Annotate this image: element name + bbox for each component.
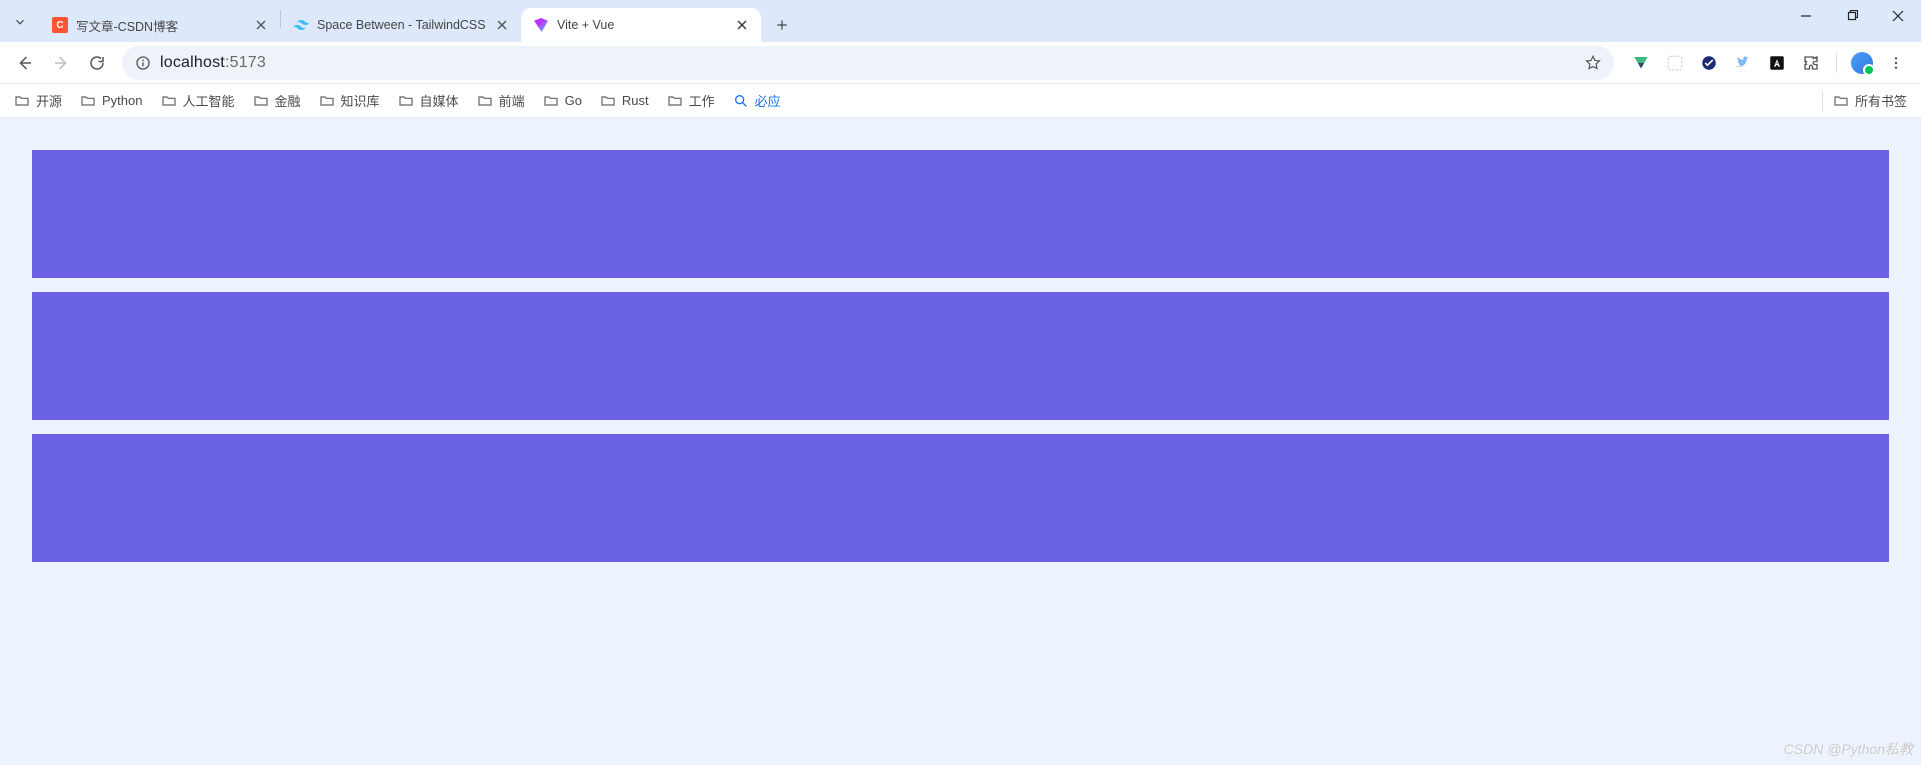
bookmark-folder[interactable]: 工作 [667,91,715,110]
close-icon [737,20,747,30]
close-icon [497,20,507,30]
folder-icon [253,93,269,109]
back-button[interactable] [8,46,42,80]
extensions-area [1622,52,1915,74]
bookmark-label: Python [102,93,142,108]
bookmark-folder[interactable]: Python [80,93,142,109]
tab-title: Vite + Vue [557,18,733,32]
folder-icon [319,93,335,109]
folder-icon [161,93,177,109]
tab-close-button[interactable] [252,16,270,34]
bookmark-link-bing[interactable]: 必应 [733,91,781,110]
minimize-button[interactable] [1783,0,1829,32]
extension-badge-icon[interactable] [1698,52,1720,74]
tab-close-button[interactable] [733,16,751,34]
tab-close-button[interactable] [493,16,511,34]
bookmark-folder[interactable]: 开源 [14,91,62,110]
extension-generic-icon[interactable] [1664,52,1686,74]
browser-tab-active[interactable]: Vite + Vue [521,8,761,42]
profile-avatar[interactable] [1851,52,1873,74]
browser-menu-button[interactable] [1885,52,1907,74]
close-icon [1892,10,1904,22]
address-bar[interactable]: localhost:5173 [122,46,1614,80]
vite-favicon-icon [533,17,549,33]
bookmark-label: 金融 [275,91,301,110]
csdn-favicon-icon: C [52,17,68,33]
bookmark-folder[interactable]: 前端 [477,91,525,110]
browser-tab[interactable]: C 写文章-CSDN博客 [40,8,280,42]
all-bookmarks-button[interactable]: 所有书签 [1833,91,1907,110]
puzzle-icon [1802,54,1820,72]
arrow-right-icon [52,54,70,72]
watermark-text: CSDN @Python私教 [1784,739,1913,759]
bookmark-label: 开源 [36,91,62,110]
extension-vue-icon[interactable] [1630,52,1652,74]
bookmark-folder[interactable]: Rust [600,93,649,109]
folder-icon [477,93,493,109]
browser-tab[interactable]: Space Between - TailwindCSS [281,8,521,42]
bookmark-folder[interactable]: 知识库 [319,91,380,110]
extensions-puzzle-button[interactable] [1800,52,1822,74]
bookmarks-separator [1822,91,1823,111]
arrow-left-icon [16,54,34,72]
url-port: :5173 [225,54,266,71]
maximize-button[interactable] [1829,0,1875,32]
folder-icon [14,93,30,109]
window-controls [1783,0,1921,42]
folder-icon [1833,93,1849,109]
site-info-button[interactable] [132,52,154,74]
bookmark-label: Rust [622,93,649,108]
close-window-button[interactable] [1875,0,1921,32]
toolbar-separator [1836,53,1837,73]
chevron-down-icon [13,15,27,29]
bookmarks-right: 所有书签 [1822,91,1907,111]
tailwind-favicon-icon [293,17,309,33]
reload-icon [88,54,106,72]
all-bookmarks-label: 所有书签 [1855,91,1907,110]
restore-icon [1846,10,1858,22]
content-block [32,434,1889,562]
bookmark-label: 工作 [689,91,715,110]
tab-title: Space Between - TailwindCSS [317,18,493,32]
page-viewport [0,118,1921,765]
bookmark-label: 前端 [499,91,525,110]
star-icon [1584,54,1602,72]
folder-icon [543,93,559,109]
forward-button[interactable] [44,46,78,80]
folder-icon [667,93,683,109]
reload-button[interactable] [80,46,114,80]
bookmark-folder[interactable]: 人工智能 [161,91,235,110]
minimize-icon [1800,10,1812,22]
bookmark-label: Go [565,93,582,108]
bookmark-folder[interactable]: 金融 [253,91,301,110]
bookmark-folder[interactable]: Go [543,93,582,109]
content-block [32,150,1889,278]
close-icon [256,20,266,30]
extension-bird-icon[interactable] [1732,52,1754,74]
folder-icon [600,93,616,109]
bookmark-star-button[interactable] [1582,52,1604,74]
content-block [32,292,1889,420]
bookmark-label: 人工智能 [183,91,235,110]
extension-dark-icon[interactable] [1766,52,1788,74]
tab-title: 写文章-CSDN博客 [76,16,252,35]
window-titlebar: C 写文章-CSDN博客 Space Between - TailwindCSS… [0,0,1921,42]
url-text: localhost:5173 [160,54,1582,72]
new-tab-button[interactable] [767,10,797,40]
kebab-icon [1888,55,1904,71]
tab-search-button[interactable] [6,8,34,36]
bookmark-label: 必应 [755,91,781,110]
info-icon [135,55,151,71]
plus-icon [775,18,789,32]
url-host: localhost [160,54,225,71]
bookmarks-bar: 开源 Python 人工智能 金融 知识库 自媒体 前端 Go Rust 工作 … [0,84,1921,118]
bookmark-label: 知识库 [341,91,380,110]
bookmark-label: 自媒体 [420,91,459,110]
folder-icon [398,93,414,109]
bookmark-folder[interactable]: 自媒体 [398,91,459,110]
search-icon [733,93,749,109]
folder-icon [80,93,96,109]
browser-toolbar: localhost:5173 [0,42,1921,84]
